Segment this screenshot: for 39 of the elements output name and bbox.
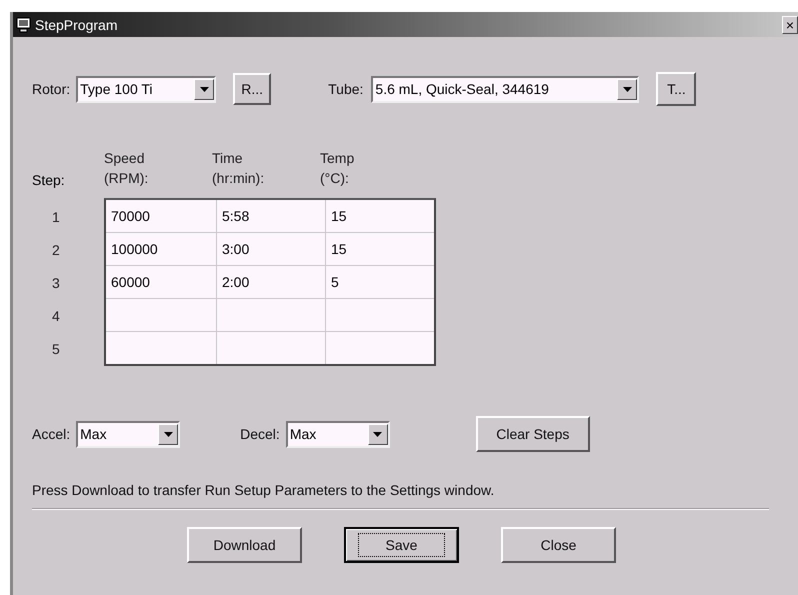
- table-cell[interactable]: 60000: [106, 266, 216, 298]
- rotor-button[interactable]: R...: [233, 73, 272, 105]
- field-label: Accel:: [32, 426, 70, 442]
- column-label: Time: [212, 149, 244, 168]
- column-label: Speed: [104, 149, 146, 168]
- info-text: Press Download to transfer Run Setup Parameters to the Settings window.: [32, 482, 496, 498]
- table-cell[interactable]: 15: [326, 200, 434, 232]
- step-number: 1: [52, 208, 60, 224]
- step-number: 4: [52, 308, 60, 324]
- dialog-button[interactable]: Save: [344, 527, 459, 563]
- column-label: (hr:min):: [212, 169, 266, 188]
- dropdown[interactable]: Max: [76, 420, 180, 448]
- dialog-button[interactable]: Close: [501, 527, 616, 563]
- dialog-button[interactable]: Download: [187, 527, 302, 563]
- step-number: 2: [52, 242, 60, 258]
- table-cell[interactable]: 5:58: [217, 200, 325, 232]
- field-label: Tube:: [328, 81, 364, 97]
- dropdown[interactable]: Max: [286, 420, 390, 448]
- step-number: 3: [52, 274, 60, 290]
- step-number: 5: [52, 340, 60, 356]
- field-label: Decel:: [240, 426, 280, 442]
- table-cell[interactable]: 2:00: [217, 266, 325, 298]
- clear-steps-button[interactable]: Clear Steps: [476, 416, 590, 452]
- column-label: (RPM):: [104, 169, 150, 188]
- table-cell[interactable]: 15: [326, 233, 434, 265]
- window-title: StepProgram: [35, 16, 118, 32]
- dropdown[interactable]: Type 100 Ti: [76, 76, 216, 102]
- column-label: Step:: [32, 172, 66, 188]
- close-button[interactable]: ×: [782, 16, 798, 34]
- table-cell[interactable]: 3:00: [217, 233, 325, 265]
- app-icon: [16, 16, 32, 32]
- dropdown[interactable]: 5.6 mL, Quick-Seal, 344619: [371, 76, 640, 102]
- column-label: (°C):: [320, 169, 350, 188]
- table-cell[interactable]: 5: [326, 266, 434, 298]
- table-cell[interactable]: 70000: [106, 200, 216, 232]
- tube-button[interactable]: T...: [656, 72, 696, 106]
- field-label: Rotor:: [32, 81, 70, 97]
- column-label: Temp: [320, 149, 356, 168]
- table-cell[interactable]: 100000: [106, 233, 216, 265]
